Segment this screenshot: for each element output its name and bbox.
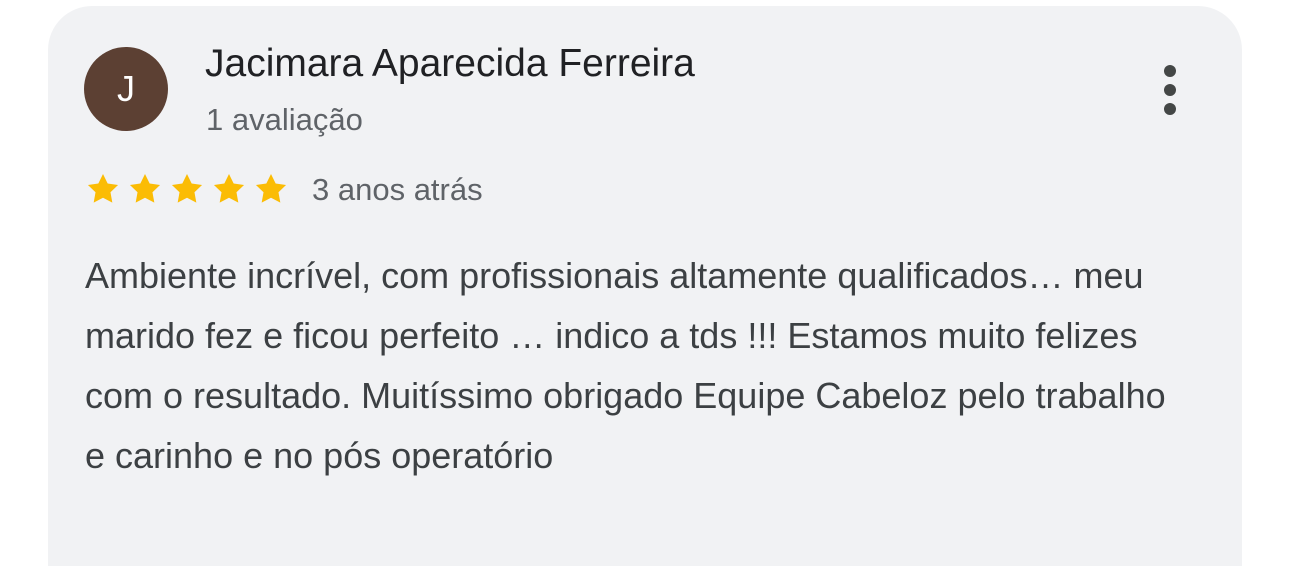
star-icon <box>129 173 161 203</box>
review-count: 1 avaliação <box>206 102 363 137</box>
review-text: Ambiente incrível, com profissionais alt… <box>85 255 1166 476</box>
star-icon <box>171 173 203 203</box>
more-vert-icon-dot <box>1164 103 1176 115</box>
avatar[interactable]: J <box>84 47 168 131</box>
review-date: 3 anos atrás <box>312 172 483 207</box>
more-vert-icon <box>1164 65 1176 77</box>
star-icon <box>87 173 119 203</box>
more-vert-icon-dot <box>1164 84 1176 96</box>
star-rating <box>84 170 290 208</box>
star-icon <box>255 173 287 203</box>
avatar-letter: J <box>117 68 135 109</box>
star-icon <box>213 173 245 203</box>
more-options-button[interactable] <box>1146 60 1194 120</box>
author-name[interactable]: Jacimara Aparecida Ferreira <box>205 42 695 86</box>
